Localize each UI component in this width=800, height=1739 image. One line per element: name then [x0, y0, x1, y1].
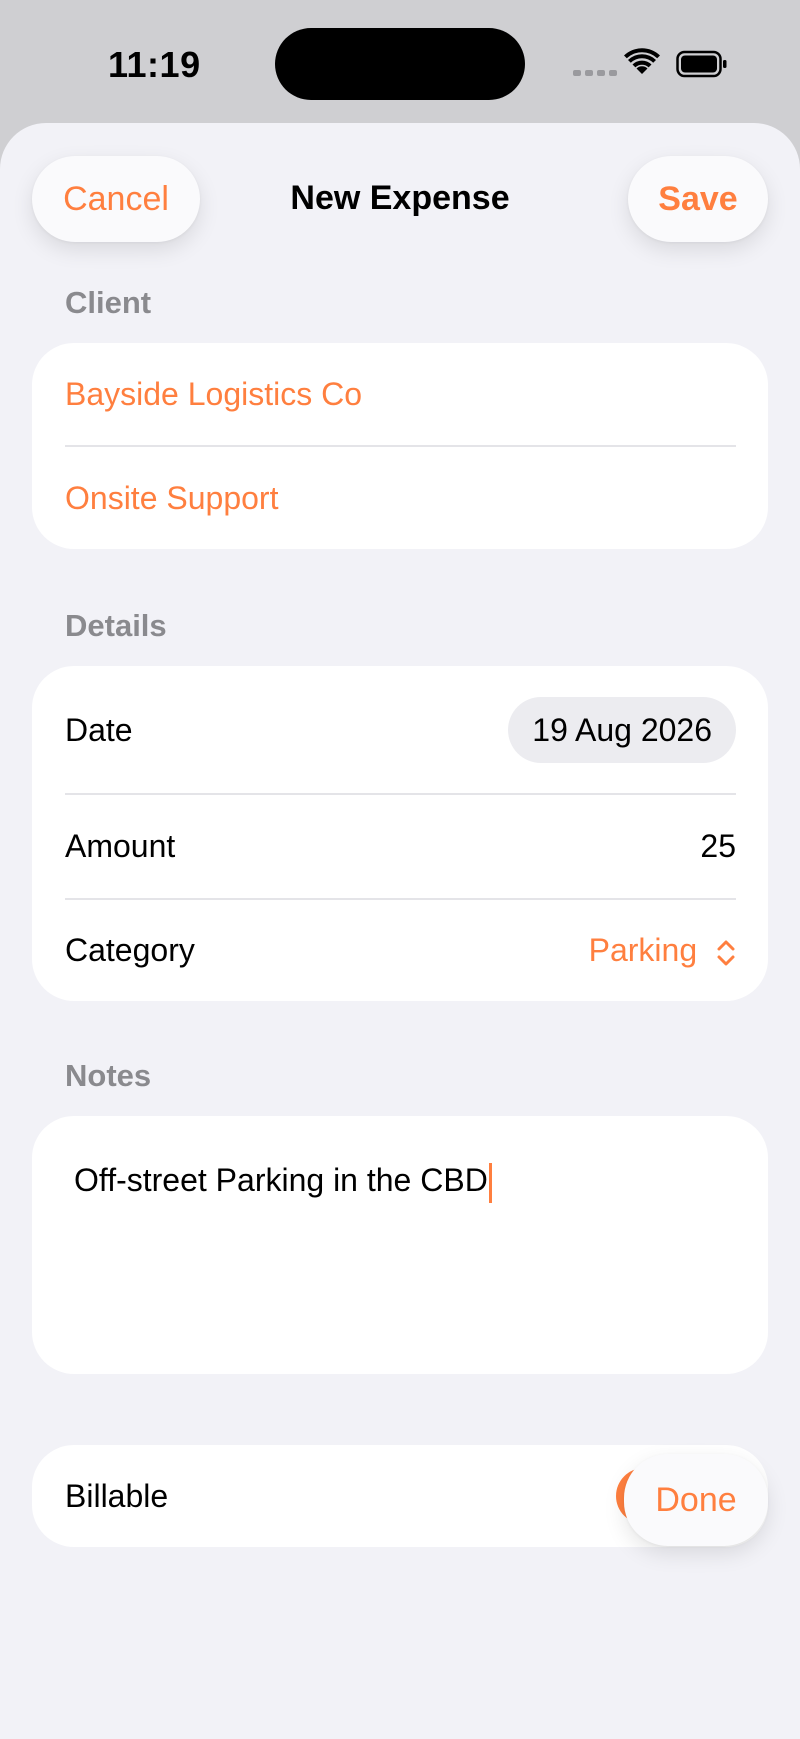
notes-text: Off-street Parking in the CBD: [74, 1162, 488, 1198]
notes-content: Off-street Parking in the CBD: [74, 1162, 492, 1203]
status-bar: 11:19: [0, 0, 800, 122]
project-row[interactable]: Onsite Support: [65, 447, 736, 549]
category-value: Parking: [588, 932, 698, 968]
done-button[interactable]: Done: [624, 1454, 768, 1546]
category-picker[interactable]: Parking: [589, 932, 736, 969]
notes-text-area[interactable]: Off-street Parking in the CBD: [32, 1116, 768, 1374]
client-name: Bayside Logistics Co: [65, 376, 363, 412]
save-button[interactable]: Save: [628, 156, 768, 242]
client-card: Bayside Logistics Co Onsite Support: [32, 343, 768, 549]
status-time: 11:19: [108, 44, 201, 85]
date-row: Date 19 Aug 2026: [65, 666, 736, 794]
details-section-header: Details: [65, 608, 167, 643]
amount-row: Amount 25: [65, 795, 736, 898]
category-row: Category Parking: [65, 900, 736, 1001]
project-name: Onsite Support: [65, 479, 279, 516]
amount-label: Amount: [65, 828, 176, 864]
client-section-header: Client: [65, 285, 152, 320]
text-cursor: [488, 1162, 492, 1203]
billable-label: Billable: [65, 1477, 169, 1514]
client-row[interactable]: Bayside Logistics Co: [65, 343, 736, 446]
amount-field[interactable]: 25: [700, 828, 736, 865]
details-card: Date 19 Aug 2026 Amount 25 Category Park…: [32, 666, 768, 1001]
dynamic-island: [275, 28, 525, 100]
category-label: Category: [65, 932, 195, 968]
date-picker-button[interactable]: 19 Aug 2026: [508, 697, 736, 763]
chevron-up-down-icon: [717, 940, 735, 966]
cellular-signal-icon: [573, 70, 617, 76]
battery-icon: [676, 50, 727, 78]
date-label: Date: [65, 711, 133, 748]
notes-section-header: Notes: [65, 1058, 152, 1093]
wifi-icon: [624, 48, 660, 74]
